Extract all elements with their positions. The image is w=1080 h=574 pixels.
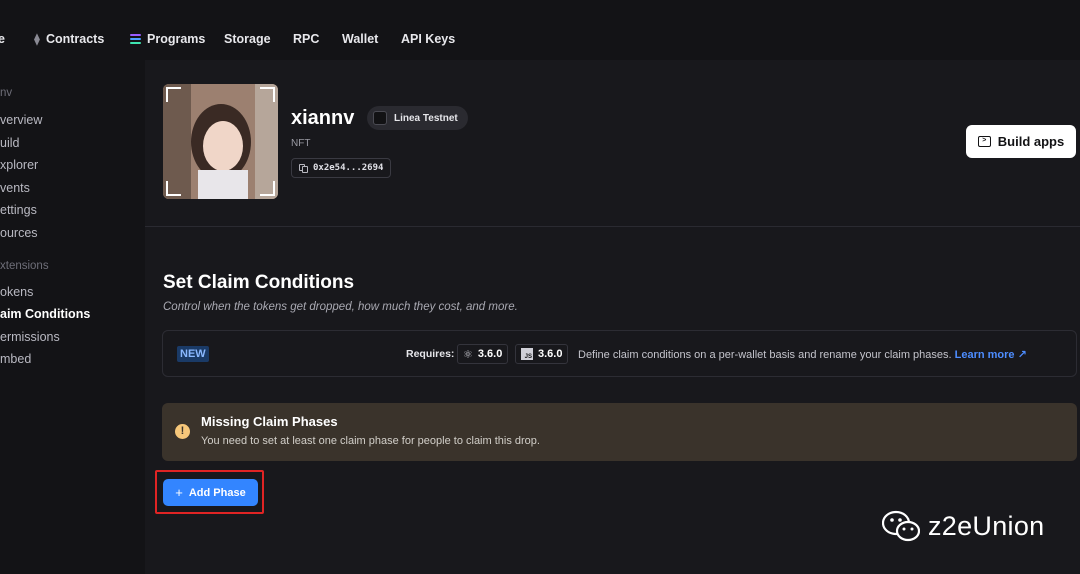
contract-avatar [163,84,278,199]
nav-item-label: RPC [293,32,320,46]
contract-address: 0x2e54...2694 [313,163,384,173]
chain-label: Linea Testnet [394,112,458,124]
ethereum-icon: ⧫ [34,32,40,46]
sidebar-item-settings[interactable]: ettings [0,203,37,217]
build-apps-label: Build apps [997,134,1065,149]
nav-item-label: Wallet [342,32,379,46]
sidebar-item-claim-conditions[interactable]: aim Conditions [0,307,90,321]
react-sdk-version: ⚛ 3.6.0 [457,344,509,364]
chain-badge[interactable]: Linea Testnet [367,106,468,130]
js-sdk-version: JS 3.6.0 [515,344,569,364]
new-badge: NEW [177,346,209,362]
javascript-icon: JS [521,348,533,360]
alert-title: Missing Claim Phases [201,414,338,429]
alert-body: You need to set at least one claim phase… [201,435,540,447]
section-title: Set Claim Conditions [163,272,355,293]
avatar-image [163,84,278,199]
contract-type: NFT [291,138,311,149]
sidebar-item-build[interactable]: uild [0,136,19,150]
nav-item-label: API Keys [401,32,456,46]
build-apps-button[interactable]: > Build apps [966,125,1076,158]
nav-item-label: Programs [147,32,206,46]
solana-icon [130,34,141,44]
feature-description: Define claim conditions on a per-wallet … [578,348,1027,361]
section-subtitle: Control when the tokens get dropped, how… [163,301,518,313]
nav-item-label: Storage [224,32,271,46]
nav-item-wallet[interactable]: Wallet [342,32,378,46]
add-phase-button[interactable]: + Add Phase [163,479,258,506]
top-navigation: e ⧫ Contracts Programs Storage RPC Walle… [0,0,1080,60]
sidebar-item-overview[interactable]: verview [0,113,42,127]
react-icon: ⚛ [463,348,473,361]
sdk-requirements-banner: NEW Requires: ⚛ 3.6.0 JS 3.6.0 Define cl… [162,330,1077,377]
feature-description-text: Define claim conditions on a per-wallet … [578,349,952,361]
terminal-icon: > [977,136,991,147]
nav-item-storage[interactable]: Storage [224,32,271,46]
requires-label: Requires: [406,348,455,360]
nav-item-label: e [0,32,5,46]
linea-chain-icon [373,111,387,125]
js-version-label: 3.6.0 [538,348,563,360]
sidebar-item-events[interactable]: vents [0,181,30,195]
main-panel: xiannv Linea Testnet NFT 0x2e54...2694 >… [145,60,1080,574]
copy-icon [299,163,308,173]
sidebar-item-sources[interactable]: ources [0,226,38,240]
sidebar-extensions-heading: xtensions [0,260,49,272]
missing-phases-alert: ! Missing Claim Phases You need to set a… [162,403,1077,461]
warning-icon: ! [175,424,190,439]
header-divider [145,226,1080,227]
add-phase-label: Add Phase [188,486,246,499]
sidebar-item-explorer[interactable]: xplorer [0,158,38,172]
react-version-label: 3.6.0 [477,348,503,360]
nav-item-rpc[interactable]: RPC [293,32,319,46]
nav-item-contracts[interactable]: ⧫ Contracts [34,32,104,46]
sidebar-item-permissions[interactable]: ermissions [0,330,60,344]
nav-item-home[interactable]: e [0,32,5,46]
contract-name: xiannv [291,107,355,129]
copy-address-button[interactable]: 0x2e54...2694 [291,158,392,178]
sidebar: nv verview uild xplorer vents ettings ou… [0,60,145,574]
watermark-text: z2eUnion [928,510,1045,541]
nav-item-programs[interactable]: Programs [130,32,205,46]
plus-icon: + [175,485,183,500]
wechat-icon [882,510,920,542]
nav-item-label: Contracts [45,32,105,46]
nav-item-api-keys[interactable]: API Keys [401,32,455,46]
watermark: z2eUnion [882,510,1044,542]
learn-more-link[interactable]: Learn more ↗ [955,349,1027,361]
sidebar-item-embed[interactable]: mbed [0,352,31,366]
sidebar-project-heading: nv [0,87,13,99]
sidebar-item-tokens[interactable]: okens [0,285,33,299]
